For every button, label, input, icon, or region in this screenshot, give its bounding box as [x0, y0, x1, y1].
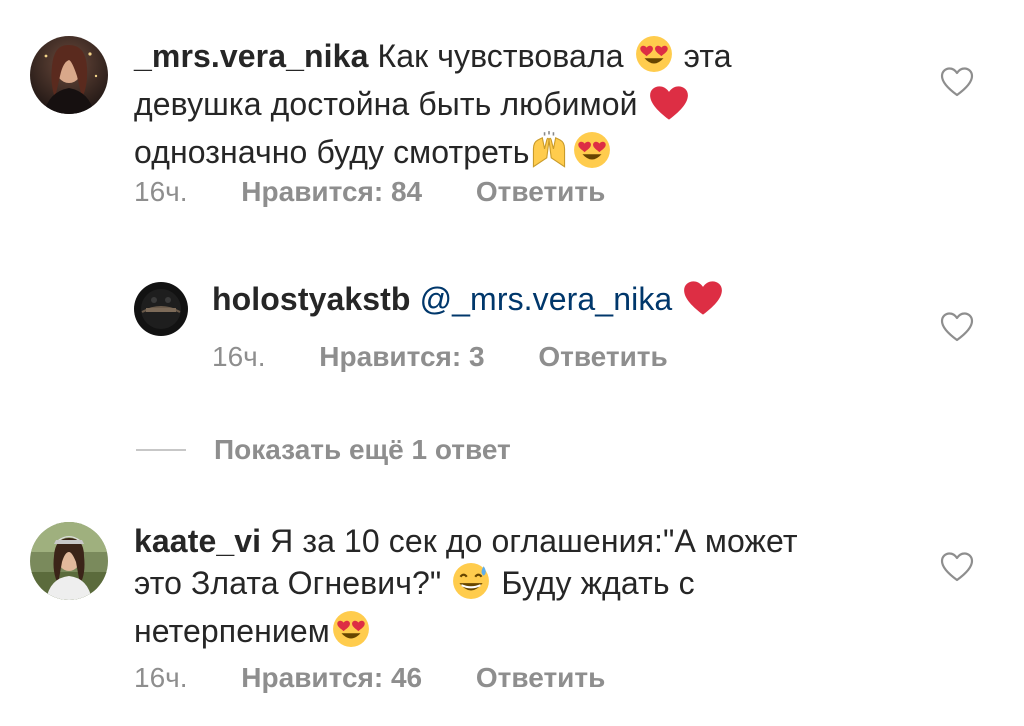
- avatar[interactable]: [134, 282, 188, 336]
- grinning-sweat-emoji: [452, 562, 490, 610]
- comment-text-line2b: Буду ждать с: [501, 565, 695, 601]
- reply-button[interactable]: Ответить: [476, 176, 605, 207]
- likes-count[interactable]: Нравится: 46: [241, 662, 422, 693]
- comment-text: Я за 10 сек до оглашения:"А может: [270, 523, 798, 559]
- avatar[interactable]: [30, 522, 108, 600]
- heart-outline-icon[interactable]: [940, 551, 974, 583]
- comment-meta: 16ч. Нравится: 84 Ответить: [134, 176, 605, 208]
- heart-eyes-emoji: [573, 131, 611, 179]
- comment-text-cont: эта: [683, 38, 732, 74]
- comment-body: _mrs.vera_nika Как чувствовала эта девуш…: [134, 35, 874, 179]
- comment-meta: 16ч. Нравится: 46 Ответить: [134, 662, 605, 694]
- timestamp: 16ч.: [134, 176, 188, 207]
- divider-line: [136, 449, 186, 451]
- comment-text-line2: девушка достойна быть любимой: [134, 86, 638, 122]
- username-link[interactable]: _mrs.vera_nika: [134, 38, 368, 74]
- reply-button[interactable]: Ответить: [476, 662, 605, 693]
- red-heart-emoji: [683, 280, 723, 326]
- comment-body: kaate_vi Я за 10 сек до оглашения:"А мож…: [134, 520, 904, 658]
- comment-body: holostyakstb @_mrs.vera_nika: [212, 278, 852, 326]
- comment-text: Как чувствовала: [377, 38, 624, 74]
- comment-text-line2: это Злата Огневич?": [134, 565, 442, 601]
- reply-button[interactable]: Ответить: [538, 341, 667, 372]
- avatar[interactable]: [30, 36, 108, 114]
- heart-outline-icon[interactable]: [940, 66, 974, 98]
- comment-text-line3: нетерпением: [134, 613, 330, 649]
- mention-link[interactable]: @_mrs.vera_nika: [420, 281, 673, 317]
- raising-hands-emoji: [529, 131, 569, 179]
- likes-count[interactable]: Нравится: 3: [319, 341, 484, 372]
- comment-text-line3: однозначно буду смотреть: [134, 134, 530, 170]
- show-more-label[interactable]: Показать ещё 1 ответ: [214, 434, 511, 466]
- timestamp: 16ч.: [212, 341, 266, 372]
- username-link[interactable]: kaate_vi: [134, 523, 261, 559]
- comment-meta: 16ч. Нравится: 3 Ответить: [212, 341, 668, 373]
- heart-eyes-emoji: [332, 610, 370, 658]
- username-link[interactable]: holostyakstb: [212, 281, 411, 317]
- heart-eyes-emoji: [635, 35, 673, 83]
- timestamp: 16ч.: [134, 662, 188, 693]
- show-more-replies[interactable]: Показать ещё 1 ответ: [136, 430, 511, 470]
- heart-outline-icon[interactable]: [940, 311, 974, 343]
- red-heart-emoji: [649, 85, 689, 131]
- likes-count[interactable]: Нравится: 84: [241, 176, 422, 207]
